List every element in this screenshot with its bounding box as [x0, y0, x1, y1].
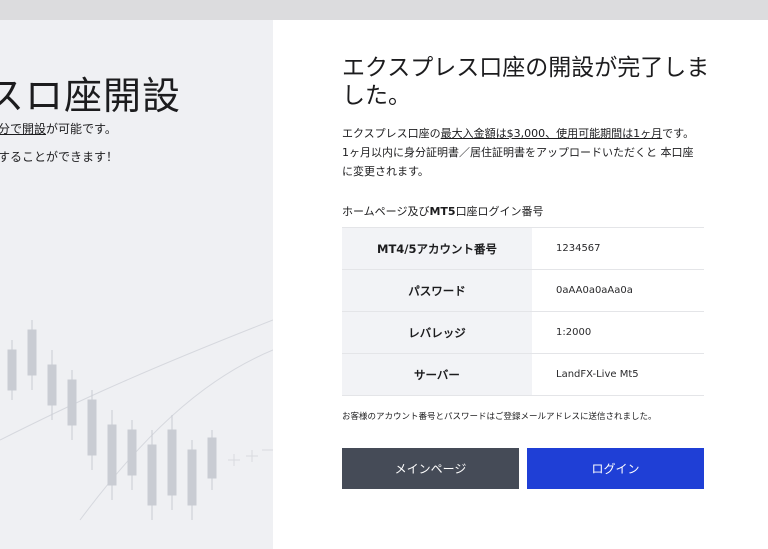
action-buttons: メインページ ログイン [342, 448, 704, 489]
login-button[interactable]: ログイン [527, 448, 704, 489]
table-row: サーバー LandFX-Live Mt5 [342, 353, 704, 396]
login-info-title-prefix: ホームページ及び [342, 205, 430, 218]
promo-line-1: 分で開設が可能です。 [0, 120, 117, 137]
leverage-value: 1:2000 [532, 311, 704, 354]
promo-line-1-underlined: 分で開設 [0, 122, 47, 136]
account-info-table: MT4/5アカウント番号 1234567 パスワード 0aAA0a0aAa0a … [342, 227, 704, 396]
table-row: MT4/5アカウント番号 1234567 [342, 227, 704, 270]
table-row: レバレッジ 1:2000 [342, 311, 704, 354]
leverage-label: レバレッジ [342, 311, 532, 354]
desc-suffix: です。 [662, 127, 695, 140]
promo-panel: スロ座開設 分で開設が可能です。 することができます！ [0, 20, 273, 549]
server-value: LandFX-Live Mt5 [532, 353, 704, 396]
login-info-title-suffix: 口座ログイン番号 [455, 205, 544, 218]
completion-heading: エクスプレス口座の開設が完了しました。 [342, 55, 710, 109]
top-bar [0, 0, 768, 20]
desc-upgrade-note: 1ヶ月以内に身分証明書／居住証明書をアップロードいただくと 本口座に変更されます… [342, 146, 694, 178]
main-page-button[interactable]: メインページ [342, 448, 519, 489]
server-label: サーバー [342, 353, 532, 396]
completion-description: エクスプレス口座の最大入金額は$3,000、使用可能期間は1ヶ月です。 1ヶ月以… [342, 124, 704, 181]
promo-line-1-rest: が可能です。 [46, 122, 117, 136]
desc-limits: 最大入金額は$3,000、使用可能期間は1ヶ月 [440, 127, 663, 140]
promo-title: スロ座開設 [0, 74, 182, 118]
password-label: パスワード [342, 269, 532, 312]
promo-line-2: することができます！ [0, 150, 119, 164]
account-number-value: 1234567 [532, 227, 704, 270]
login-info-title: ホームページ及びMT5口座ログイン番号 [342, 203, 712, 219]
table-row: パスワード 0aAA0a0aAa0a [342, 269, 704, 312]
completion-content: エクスプレス口座の開設が完了しました。 エクスプレス口座の最大入金額は$3,00… [342, 20, 712, 489]
account-number-label: MT4/5アカウント番号 [342, 227, 532, 270]
password-value: 0aAA0a0aAa0a [532, 269, 704, 312]
email-sent-note: お客様のアカウント番号とパスワードはご登録メールアドレスに送信されました。 [342, 412, 657, 422]
desc-prefix: エクスプレス口座の [342, 127, 441, 140]
login-info-title-mt5: MT5 [429, 205, 456, 218]
